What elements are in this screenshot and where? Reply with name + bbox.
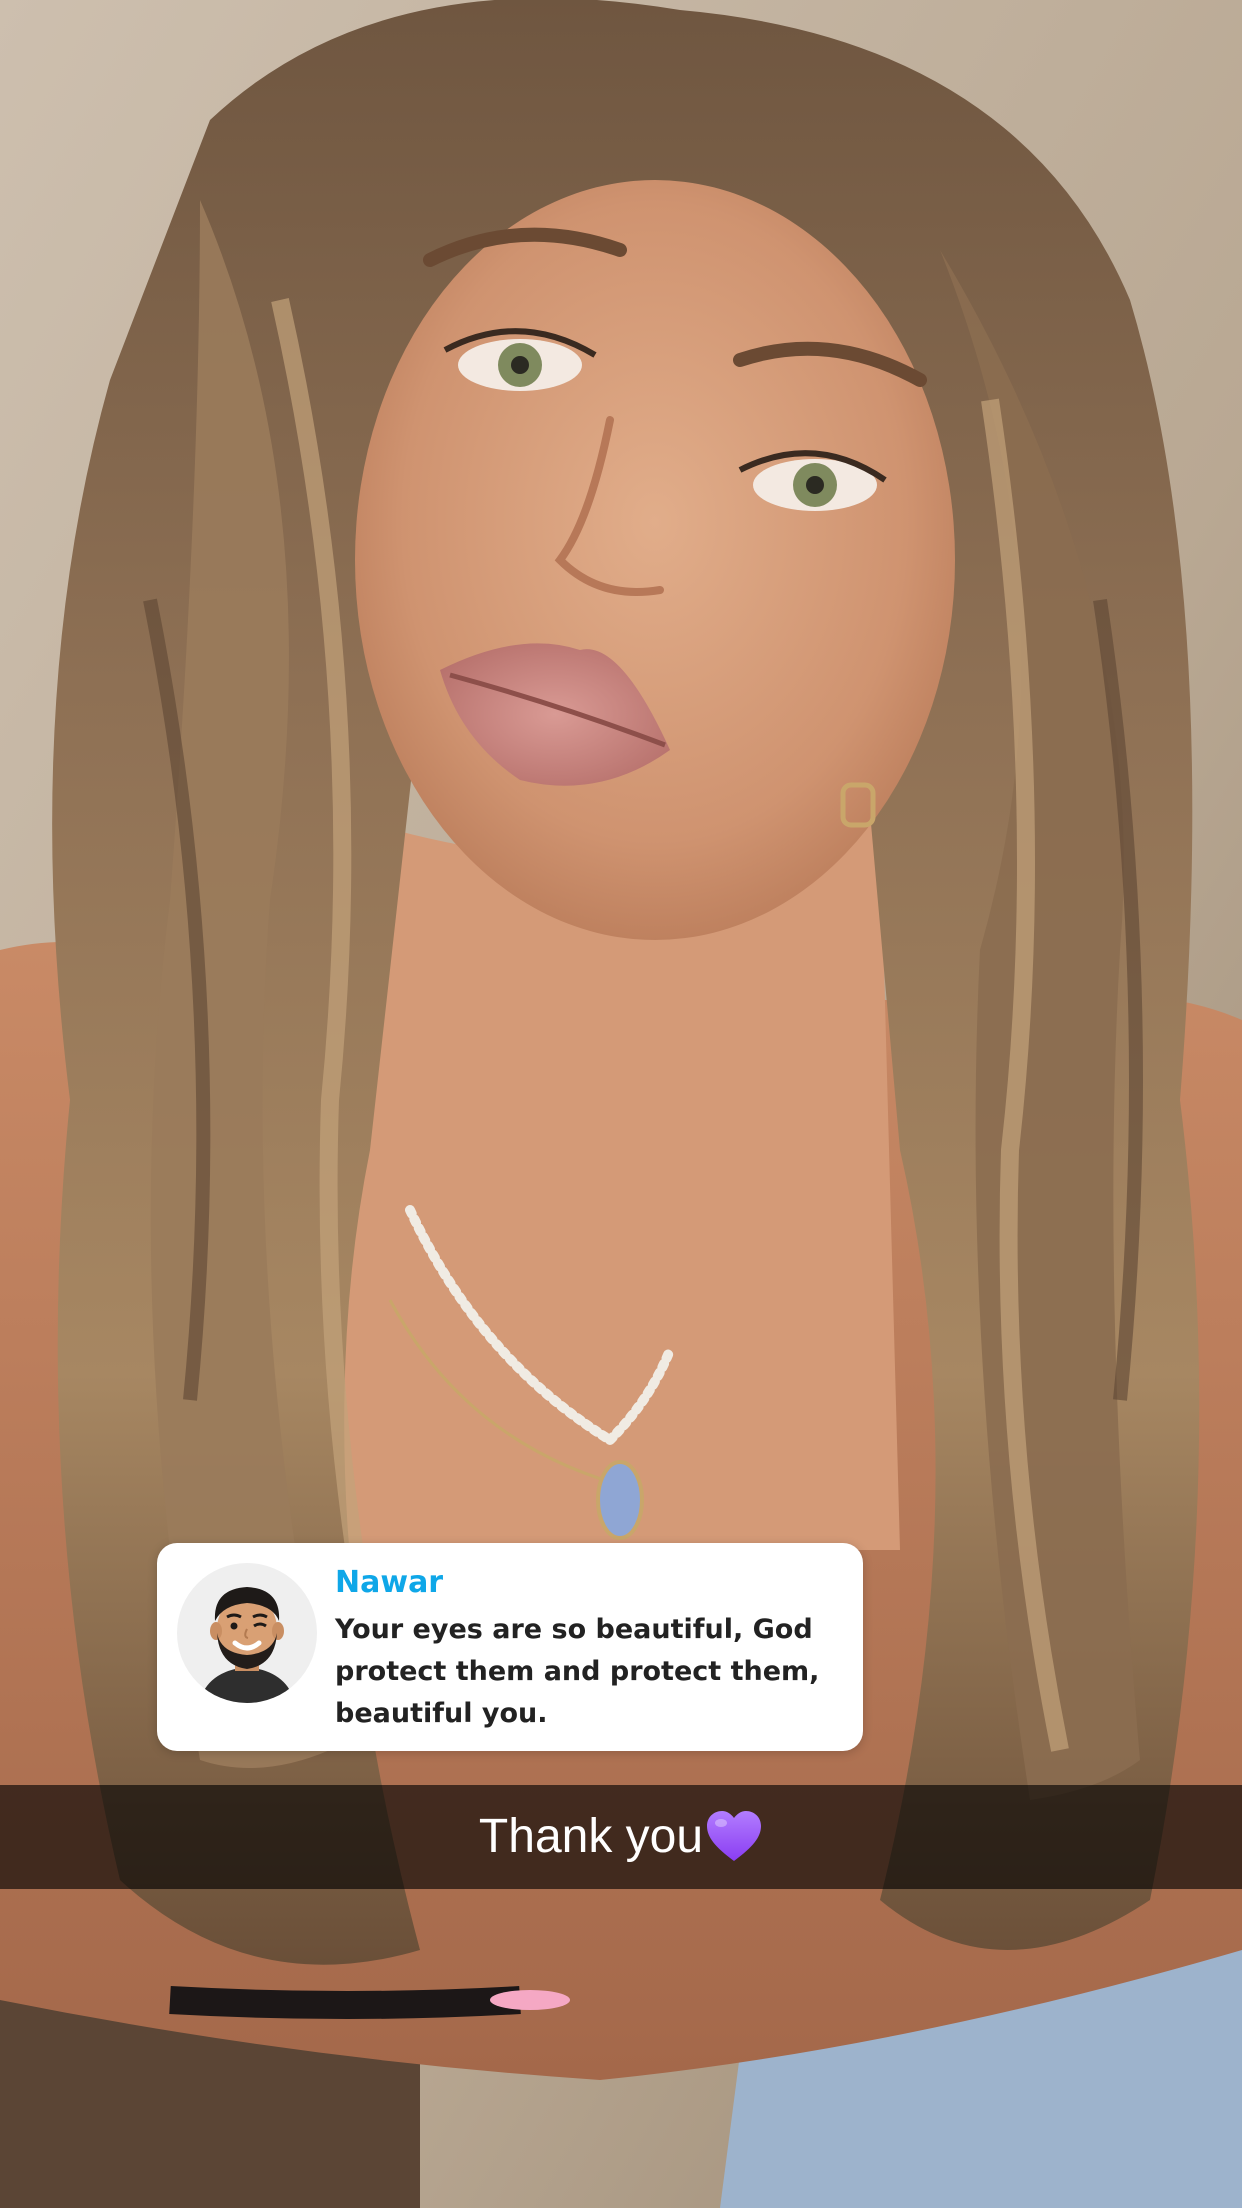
reply-message-text: Your eyes are so beautiful, God protect … — [335, 1614, 820, 1729]
reply-sender-name: Nawar — [335, 1565, 444, 1600]
caption-text: Thank you — [478, 1810, 704, 1863]
bitmoji-avatar-icon[interactable] — [177, 1563, 317, 1703]
story-reply-sticker[interactable]: Nawar Your eyes are so beautiful, God pr… — [157, 1543, 863, 1751]
caption-bar[interactable]: Thank you — [0, 1785, 1242, 1889]
purple-heart-icon — [707, 1811, 762, 1861]
caption: Thank you — [479, 1807, 763, 1867]
story-screen[interactable]: Nawar Your eyes are so beautiful, God pr… — [0, 0, 1242, 2208]
